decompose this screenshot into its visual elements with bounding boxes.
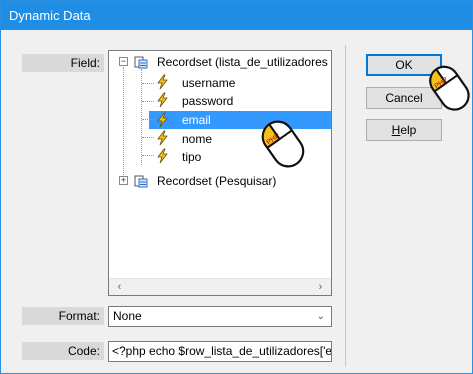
format-select[interactable]: None ⌄: [108, 306, 332, 327]
tree-field-tipo[interactable]: tipo: [182, 148, 201, 166]
dynamic-data-dialog: Dynamic Data Field: − Recordset (lista_d…: [0, 0, 473, 374]
scroll-right-icon[interactable]: ›: [312, 279, 329, 295]
tree-field-email[interactable]: email: [182, 111, 211, 129]
tree-field-username[interactable]: username: [182, 74, 235, 92]
collapse-toggle[interactable]: −: [119, 57, 128, 66]
tree-field-nome[interactable]: nome: [182, 130, 212, 148]
help-label-rest: elp: [400, 123, 417, 137]
mouse-click-icon: PHP: [261, 120, 305, 168]
field-label: Field:: [22, 54, 104, 72]
tree-connector: [123, 67, 124, 181]
format-selected-value: None: [113, 309, 142, 323]
recordset-label[interactable]: Recordset (Pesquisar): [157, 172, 276, 190]
lightning-bolt-icon: [157, 74, 168, 90]
lightning-bolt-icon: [157, 148, 168, 164]
help-button[interactable]: Help: [366, 119, 442, 141]
horizontal-scrollbar[interactable]: ‹ ›: [109, 278, 331, 295]
tree-connector: [142, 83, 154, 84]
tree-connector: [142, 119, 154, 120]
expand-toggle[interactable]: +: [119, 176, 128, 185]
lightning-bolt-icon: [157, 130, 168, 146]
lightning-bolt-icon: [157, 92, 168, 108]
lightning-bolt-icon: [157, 112, 168, 128]
tree-connector: [142, 155, 154, 156]
chevron-down-icon: ⌄: [316, 311, 325, 322]
code-field[interactable]: <?php echo $row_lista_de_utilizadores['e: [108, 341, 332, 362]
tree-connector: [142, 101, 154, 102]
recordset-label[interactable]: Recordset (lista_de_utilizadores: [157, 53, 328, 71]
tree-field-password[interactable]: password: [182, 92, 233, 110]
format-label: Format:: [22, 307, 104, 325]
scroll-left-icon[interactable]: ‹: [111, 279, 128, 295]
recordset-icon: [134, 175, 148, 188]
vertical-divider: [345, 45, 346, 367]
mouse-click-icon: PHP: [429, 65, 470, 111]
code-label: Code:: [22, 342, 104, 360]
recordset-icon: [134, 56, 148, 69]
tree-connector: [142, 137, 154, 138]
window-title: Dynamic Data: [9, 8, 91, 23]
title-bar: Dynamic Data: [1, 1, 472, 30]
